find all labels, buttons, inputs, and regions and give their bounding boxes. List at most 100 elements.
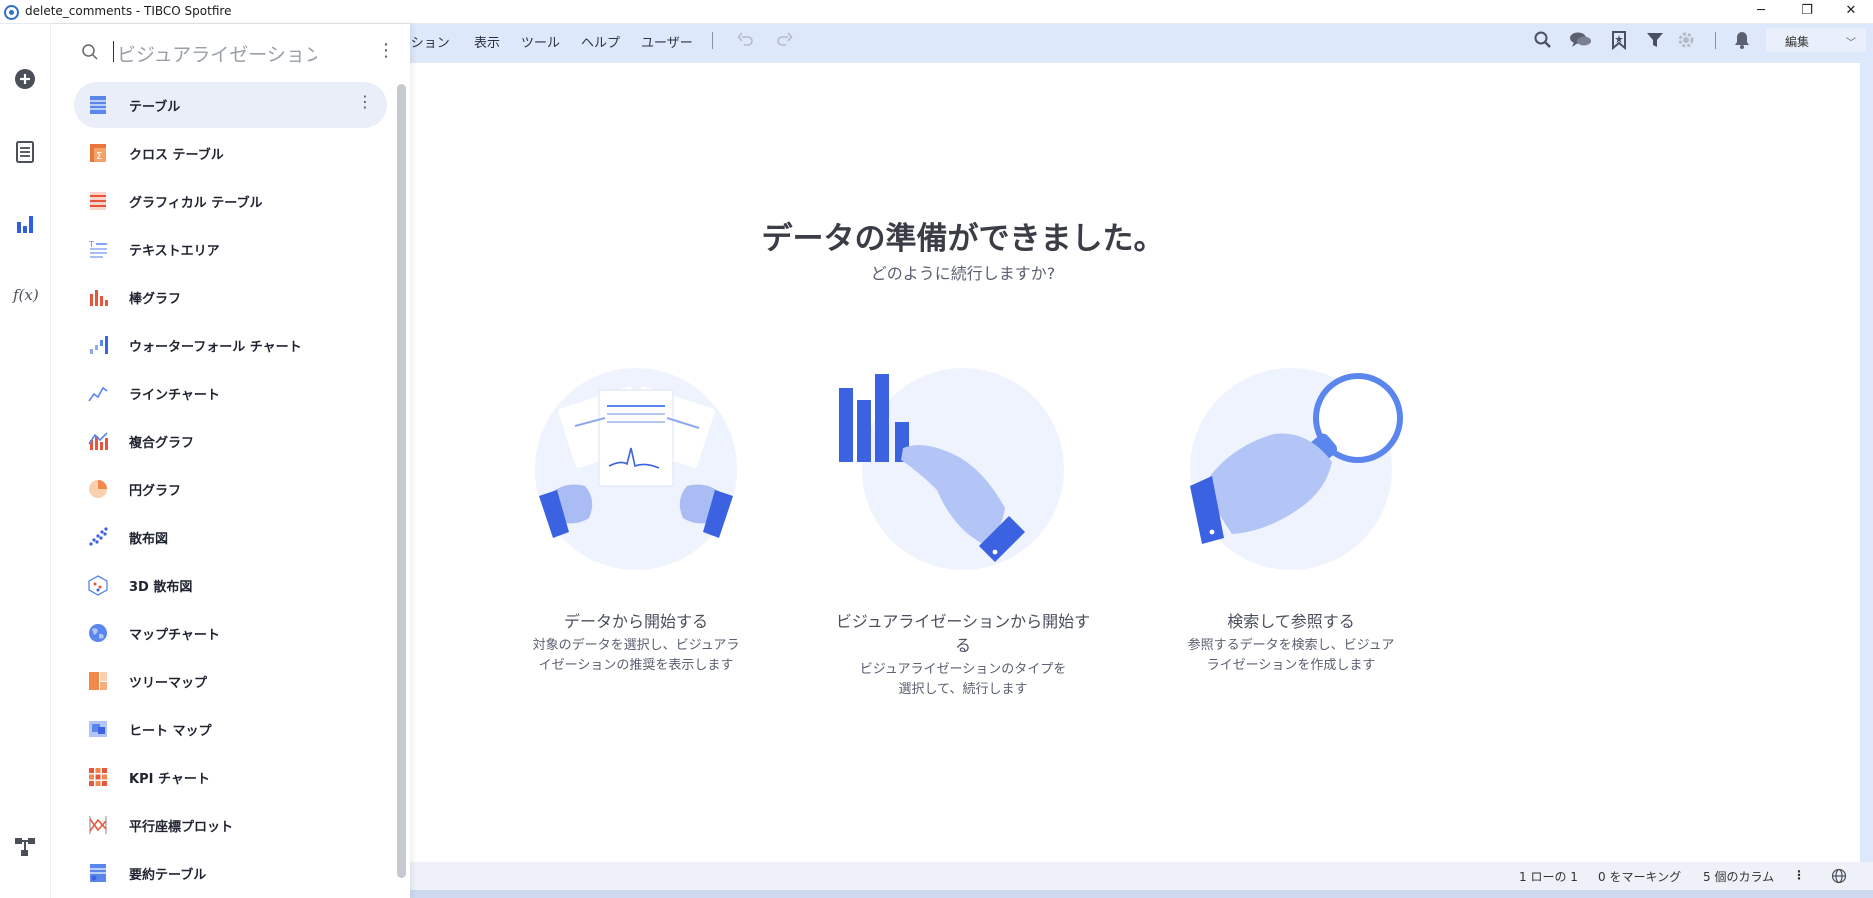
combination-chart-icon [88,432,108,450]
menu-item-help[interactable]: ヘルプ [581,32,620,51]
minimize-button[interactable]: ─ [1738,0,1784,24]
start-from-visualization-title: ビジュアライゼーションから開始する [835,612,1091,655]
visualization-item-map-chart[interactable]: マップチャート [74,610,387,656]
visualization-item-graphical-table[interactable]: グラフィカル テーブル [74,178,387,224]
menu-separator [712,32,713,49]
undo-icon[interactable] [736,30,756,50]
status-columns[interactable]: 5 個のカラム [1703,868,1774,885]
visualization-item-label: 3D 散布図 [129,580,193,595]
filter-icon[interactable] [1645,30,1665,50]
mode-select-value: 編集 [1785,35,1810,49]
add-data-icon[interactable] [13,67,37,91]
kpi-chart-icon [89,768,107,786]
start-from-visualization-card[interactable]: ビジュアライゼーションから開始する ビジュアライゼーションのタイプを 選択して、… [833,368,1093,700]
restore-button[interactable]: ❐ [1784,0,1830,24]
table-icon [90,96,106,114]
scatter-plot-icon [89,527,108,546]
panel-scrollbar[interactable] [397,84,406,878]
title-bar: delete_comments - TIBCO Spotfire ─ ❐ ✕ [0,0,1873,24]
visualization-item-label: 平行座標プロット [129,820,234,835]
item-more-icon[interactable]: ⋮ [357,94,373,110]
heat-map-icon [89,721,107,737]
visualization-item-line-chart[interactable]: ラインチャート [74,370,387,416]
summary-table-icon [90,864,106,882]
visualization-item-cross-table[interactable]: Σ クロス テーブル [74,130,387,176]
data-canvas-icon[interactable] [13,835,37,859]
svg-text:Σ: Σ [96,151,102,162]
visualization-item-3d-scatter-plot[interactable]: 3D 散布図 [74,562,387,608]
visualization-item-table[interactable]: テーブル ⋮ [74,82,387,128]
bookmark-icon[interactable] [1609,30,1629,50]
mode-select[interactable]: 編集 ﹀ [1766,28,1866,52]
search-and-browse-card[interactable]: 検索して参照する 参照するデータを検索し、ビジュア ライゼーションを作成します [1161,368,1421,676]
visualization-item-waterfall-chart[interactable]: ウォーターフォール チャート [74,322,387,368]
search-and-browse-desc-line1: 参照するデータを検索し、ビジュア [1187,638,1395,653]
status-rows[interactable]: 1 ローの 1 [1519,868,1578,885]
visualization-item-label: ラインチャート [129,388,220,403]
text-caret [113,41,114,62]
visualization-item-bar-chart[interactable]: 棒グラフ [74,274,387,320]
visualization-item-text-area[interactable]: T テキストエリア [74,226,387,272]
visualization-item-label: テキストエリア [129,244,220,259]
gear-icon[interactable] [1676,30,1696,50]
visualization-item-combination-chart[interactable]: 複合グラフ [74,418,387,464]
visualization-item-treemap[interactable]: ツリーマップ [74,658,387,704]
search-icon [82,44,98,60]
search-input[interactable]: ビジュアライゼーションを検索 [117,40,317,67]
visualization-item-pie-chart[interactable]: 円グラフ [74,466,387,512]
window-title: delete_comments - TIBCO Spotfire [25,4,232,18]
comments-icon[interactable] [1568,30,1594,50]
visualization-flyout-panel: ビジュアライゼーションを検索 ⋮ テーブル ⋮ Σ クロス テーブル [51,24,410,898]
visualization-item-scatter-plot[interactable]: 散布図 [74,514,387,560]
start-from-data-card[interactable]: データから開始する 対象のデータを選択し、ビジュアラ イゼーションの推奨を表示し… [506,368,766,676]
visualization-item-label: ヒート マップ [129,724,212,739]
visualization-item-label: 複合グラフ [129,436,195,451]
start-from-visualization-desc-line1: ビジュアライゼーションのタイプを [859,662,1067,677]
start-from-visualization-desc-line2: 選択して、続行します [898,682,1028,697]
visualization-item-parallel-coordinate-plot[interactable]: 平行座標プロット [74,802,387,848]
start-from-visualization-illustration [839,368,1064,570]
spotfire-logo-icon [4,5,19,20]
close-button[interactable]: ✕ [1828,0,1873,24]
toolbar-separator [1715,32,1716,49]
visualization-item-label: グラフィカル テーブル [129,196,263,211]
status-more-icon[interactable]: ⋮ [1793,868,1805,882]
search-and-browse-description: 参照するデータを検索し、ビジュア ライゼーションを作成します [1161,636,1421,676]
pie-chart-icon [89,480,107,498]
globe-icon[interactable] [1831,868,1847,884]
graphical-table-icon [90,192,106,210]
start-from-data-description: 対象のデータを選択し、ビジュアラ イゼーションの推奨を表示します [506,636,766,676]
map-chart-icon [89,624,107,642]
visualization-item-heat-map[interactable]: ヒート マップ [74,706,387,752]
cross-table-icon: Σ [90,144,106,162]
status-bar: 1 ローの 1 0 をマーキング 5 個のカラム ⋮ [401,862,1873,890]
visualization-item-label: 要約テーブル [129,868,207,883]
search-and-browse-desc-line2: ライゼーションを作成します [1206,658,1376,673]
start-from-data-illustration [535,368,737,570]
search-and-browse-title: 検索して参照する [1227,612,1355,631]
parallel-coordinate-plot-icon [89,816,107,834]
3d-scatter-plot-icon [88,575,108,596]
menu-item-view[interactable]: 表示 [474,32,500,51]
redo-icon[interactable] [774,30,794,50]
more-options-icon[interactable]: ⋮ [377,42,395,60]
menu-item-tools[interactable]: ツール [521,32,560,51]
line-chart-icon [88,386,108,402]
menu-item-user[interactable]: ユーザー [641,32,693,51]
visualization-item-kpi-chart[interactable]: KPI チャート [74,754,387,800]
text-area-icon: T [88,240,107,258]
data-panel-icon[interactable] [13,140,37,164]
search-icon[interactable] [1533,30,1553,50]
status-marked[interactable]: 0 をマーキング [1598,868,1681,885]
visualization-item-label: ウォーターフォール チャート [129,340,302,355]
visualization-item-label: マップチャート [129,628,220,643]
visualization-types-icon[interactable] [13,212,37,236]
visualization-search-box[interactable]: ビジュアライゼーションを検索 ⋮ [51,24,410,80]
visualization-item-summary-table[interactable]: 要約テーブル [74,850,387,896]
notifications-bell-icon[interactable] [1732,30,1752,50]
bar-chart-icon [90,290,108,306]
start-from-data-desc-line1: 対象のデータを選択し、ビジュアラ [532,638,740,653]
start-from-data-desc-line2: イゼーションの推奨を表示します [538,658,734,673]
data-functions-icon[interactable]: f(x) [13,286,43,310]
visualization-item-label: 散布図 [129,532,169,547]
